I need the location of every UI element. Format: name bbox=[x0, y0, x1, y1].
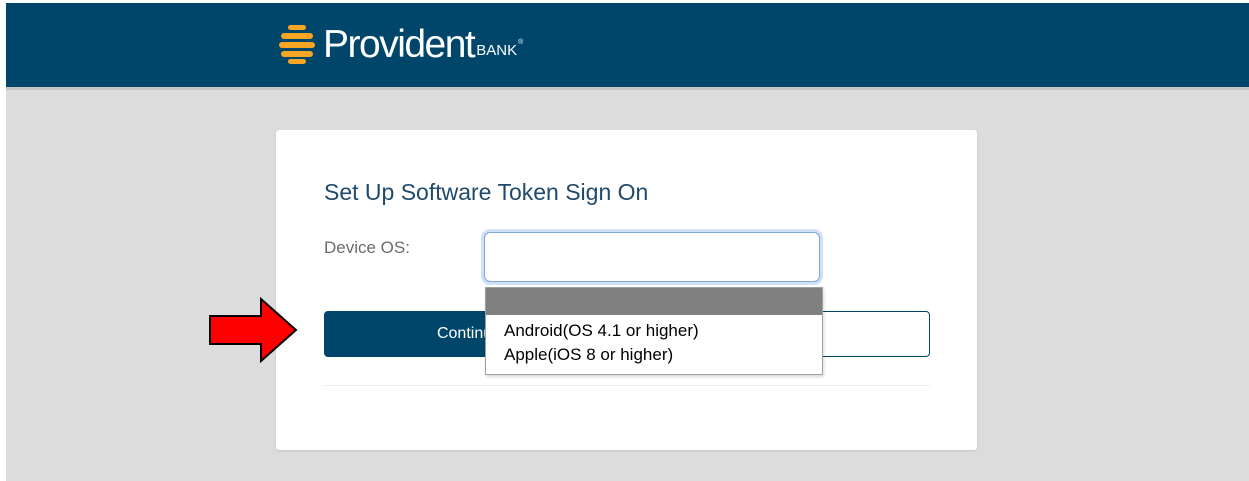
header-bar: Provident BANK ® bbox=[6, 3, 1249, 90]
registered-mark: ® bbox=[518, 39, 524, 46]
card-divider bbox=[324, 385, 930, 386]
dropdown-option-android[interactable]: Android(OS 4.1 or higher) bbox=[486, 318, 822, 343]
device-os-dropdown-list[interactable]: Android(OS 4.1 or higher) Apple(iOS 8 or… bbox=[485, 287, 823, 375]
brand-suffix: BANK bbox=[476, 41, 518, 59]
device-os-label: Device OS: bbox=[324, 238, 410, 257]
device-os-select[interactable] bbox=[484, 232, 820, 282]
red-arrow-icon bbox=[209, 297, 298, 363]
page-title: Set Up Software Token Sign On bbox=[324, 179, 649, 205]
dropdown-option-apple[interactable]: Apple(iOS 8 or higher) bbox=[486, 343, 822, 367]
dropdown-option-blank[interactable] bbox=[486, 288, 822, 315]
provident-bank-logo[interactable]: Provident BANK ® bbox=[279, 19, 523, 69]
brand-name: Provident bbox=[323, 22, 476, 66]
page-frame: Provident BANK ® Set Up Software Token S… bbox=[6, 3, 1249, 481]
provident-stacked-bars-icon bbox=[279, 25, 315, 64]
